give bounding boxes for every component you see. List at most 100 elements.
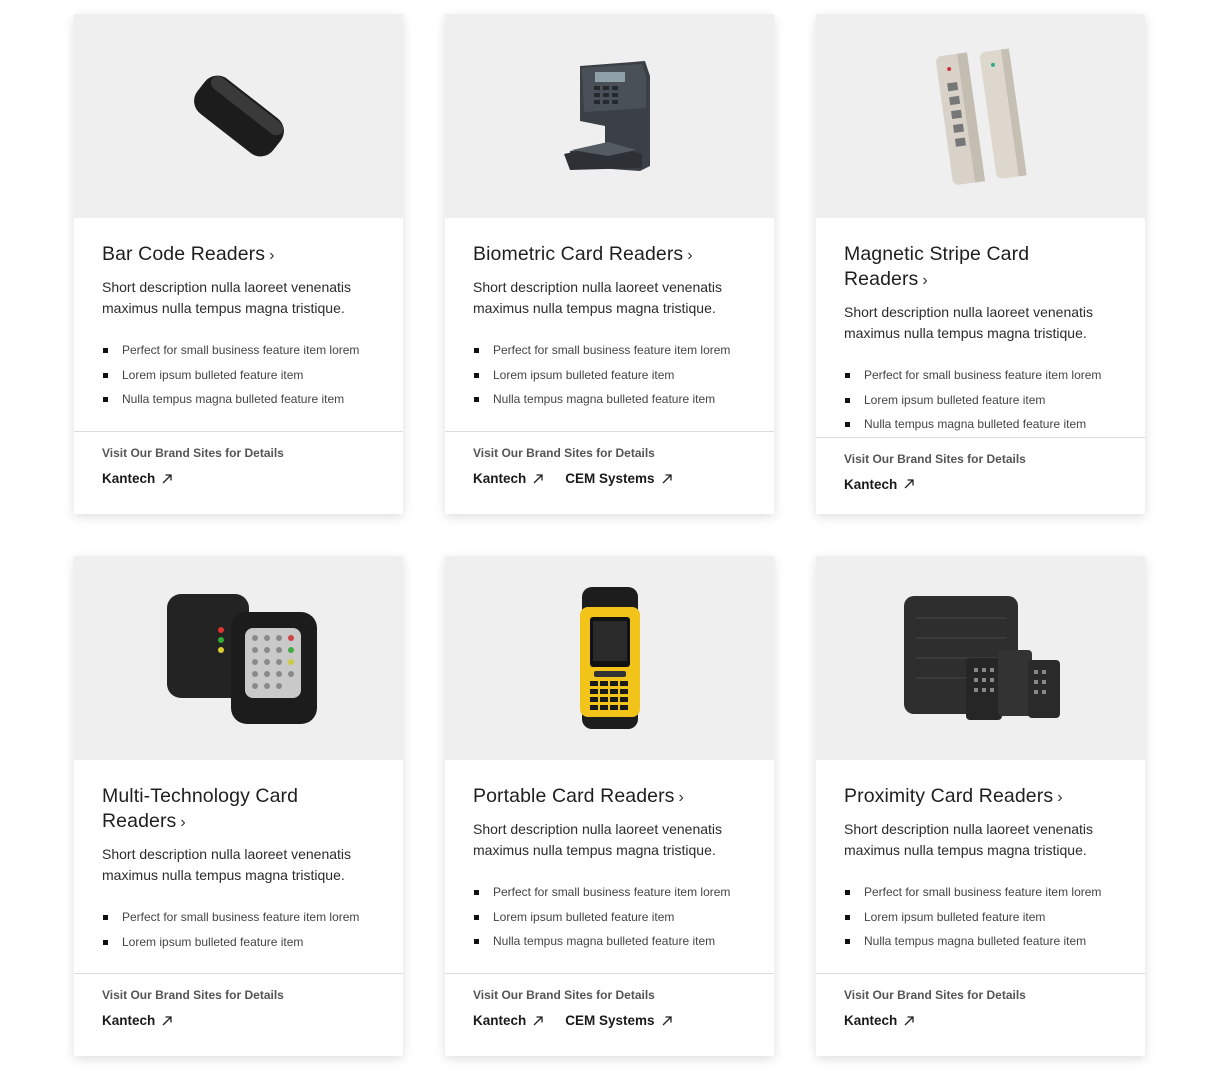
external-link-arrow-icon [904, 1015, 914, 1025]
card-title-link[interactable]: Multi-Technology Card Readers › [102, 784, 375, 835]
brand-footer: Visit Our Brand Sites for Details Kantec… [445, 431, 774, 514]
brand-link-kantech[interactable]: Kantech [473, 471, 543, 486]
external-link-arrow-icon [162, 1015, 172, 1025]
card-title: Bar Code Readers [102, 243, 266, 265]
card-description: Short description nulla laoreet venenati… [102, 279, 352, 316]
card-description: Short description nulla laoreet venenati… [102, 846, 352, 883]
feature-item: Perfect for small business feature item … [102, 905, 375, 930]
brand-footer-label: Visit Our Brand Sites for Details [473, 988, 655, 1002]
feature-item: Lorem ipsum bulleted feature item [473, 363, 746, 388]
brand-link-kantech[interactable]: Kantech [844, 477, 914, 492]
chevron-right-icon: › [922, 272, 928, 289]
product-image [74, 556, 403, 760]
feature-item: Nulla tempus magna bulleted feature item [473, 929, 746, 954]
chevron-right-icon: › [180, 814, 186, 831]
product-card-proximity-card-readers: Proximity Card Readers › Short descriptio… [816, 556, 1145, 1056]
product-card-bar-code-readers: Bar Code Readers › Short description null… [74, 14, 403, 514]
product-grid: Bar Code Readers › Short description null… [74, 14, 1145, 1056]
product-card-portable-card-readers: Portable Card Readers › Short description… [445, 556, 774, 1056]
portable-reader-image [579, 587, 640, 729]
brand-link-label: CEM Systems [565, 1013, 655, 1028]
brand-footer-label: Visit Our Brand Sites for Details [844, 451, 1026, 466]
brand-footer: Visit Our Brand Sites for Details Kantec… [74, 431, 403, 514]
card-title: Biometric Card Readers [473, 243, 684, 265]
product-image [816, 556, 1145, 760]
product-card-magnetic-stripe-card-readers: Magnetic Stripe Card Readers › Short desc… [816, 14, 1145, 514]
feature-item: Perfect for small business feature item … [844, 880, 1117, 905]
feature-item: Perfect for small business feature item … [473, 338, 746, 363]
brand-footer: Visit Our Brand Sites for Details Kantec… [816, 436, 1145, 520]
product-image [74, 14, 403, 218]
brand-link-label: Kantech [102, 1013, 156, 1028]
brand-link-cem-systems[interactable]: CEM Systems [565, 471, 672, 486]
brand-link-label: Kantech [844, 476, 898, 492]
card-description: Short description nulla laoreet venenati… [844, 304, 1094, 341]
card-title-link[interactable]: Proximity Card Readers › [844, 784, 1117, 810]
card-title-link[interactable]: Portable Card Readers › [473, 784, 746, 810]
external-link-arrow-icon [533, 473, 543, 483]
brand-link-label: Kantech [473, 471, 527, 486]
card-title: Magnetic Stripe Card Readers [844, 243, 1030, 290]
brand-link-kantech[interactable]: Kantech [102, 1013, 172, 1028]
feature-item: Nulla tempus magna bulleted feature item [102, 387, 375, 412]
card-title: Proximity Card Readers [844, 785, 1054, 807]
brand-link-label: Kantech [473, 1013, 527, 1028]
feature-list: Perfect for small business feature item … [844, 880, 1117, 954]
feature-item: Nulla tempus magna bulleted feature item [473, 387, 746, 412]
card-description: Short description nulla laoreet venenati… [473, 279, 723, 316]
brand-footer-label: Visit Our Brand Sites for Details [473, 446, 655, 460]
card-title-link[interactable]: Magnetic Stripe Card Readers › [844, 242, 1117, 293]
brand-footer-label: Visit Our Brand Sites for Details [102, 988, 284, 1002]
feature-list: Perfect for small business feature item … [102, 905, 375, 954]
chevron-right-icon: › [678, 789, 684, 806]
feature-item: Nulla tempus magna bulleted feature item [844, 412, 1117, 437]
product-card-multi-technology-card-readers: Multi-Technology Card Readers › Short des… [74, 556, 403, 1056]
brand-footer: Visit Our Brand Sites for Details Kantec… [74, 973, 403, 1056]
chevron-right-icon: › [269, 247, 275, 264]
brand-footer-label: Visit Our Brand Sites for Details [102, 446, 284, 460]
brand-footer-label: Visit Our Brand Sites for Details [844, 988, 1026, 1002]
brand-footer: Visit Our Brand Sites for Details Kantec… [445, 973, 774, 1056]
external-link-arrow-icon [904, 479, 914, 489]
external-link-arrow-icon [533, 1015, 543, 1025]
product-image [445, 556, 774, 760]
card-title: Portable Card Readers [473, 785, 675, 807]
brand-link-kantech[interactable]: Kantech [844, 1013, 914, 1028]
feature-item: Lorem ipsum bulleted feature item [102, 363, 375, 388]
chevron-right-icon: › [687, 247, 693, 264]
external-link-arrow-icon [162, 473, 172, 483]
card-description: Short description nulla laoreet venenati… [844, 821, 1094, 858]
feature-item: Perfect for small business feature item … [102, 338, 375, 363]
brand-footer: Visit Our Brand Sites for Details Kantec… [816, 973, 1145, 1056]
feature-item: Lorem ipsum bulleted feature item [473, 905, 746, 930]
external-link-arrow-icon [662, 473, 672, 483]
feature-list: Perfect for small business feature item … [473, 338, 746, 412]
external-link-arrow-icon [662, 1015, 672, 1025]
chevron-right-icon: › [1057, 789, 1063, 806]
card-description: Short description nulla laoreet venenati… [473, 821, 723, 858]
multi-technology-reader-image [166, 594, 317, 724]
feature-list: Perfect for small business feature item … [473, 880, 746, 954]
brand-link-cem-systems[interactable]: CEM Systems [565, 1013, 672, 1028]
brand-link-kantech[interactable]: Kantech [102, 471, 172, 486]
feature-item: Perfect for small business feature item … [844, 363, 1117, 388]
product-card-biometric-card-readers: Biometric Card Readers › Short descriptio… [445, 14, 774, 514]
brand-link-label: CEM Systems [565, 471, 655, 486]
feature-item: Lorem ipsum bulleted feature item [844, 388, 1117, 413]
card-title-link[interactable]: Biometric Card Readers › [473, 242, 746, 268]
feature-item: Nulla tempus magna bulleted feature item [844, 929, 1117, 954]
feature-list: Perfect for small business feature item … [102, 338, 375, 412]
bar-code-reader-image [193, 75, 284, 157]
card-title: Multi-Technology Card Readers [102, 785, 299, 832]
feature-list: Perfect for small business feature item … [844, 363, 1117, 437]
feature-item: Lorem ipsum bulleted feature item [844, 905, 1117, 930]
brand-link-kantech[interactable]: Kantech [473, 1013, 543, 1028]
biometric-hand-reader-image [563, 61, 650, 171]
brand-link-label: Kantech [844, 1013, 898, 1028]
proximity-reader-image [903, 596, 1060, 720]
brand-link-label: Kantech [102, 471, 156, 486]
product-image [445, 14, 774, 218]
magnetic-stripe-reader-image [935, 48, 1027, 185]
card-title-link[interactable]: Bar Code Readers › [102, 242, 375, 268]
product-image [816, 14, 1145, 218]
